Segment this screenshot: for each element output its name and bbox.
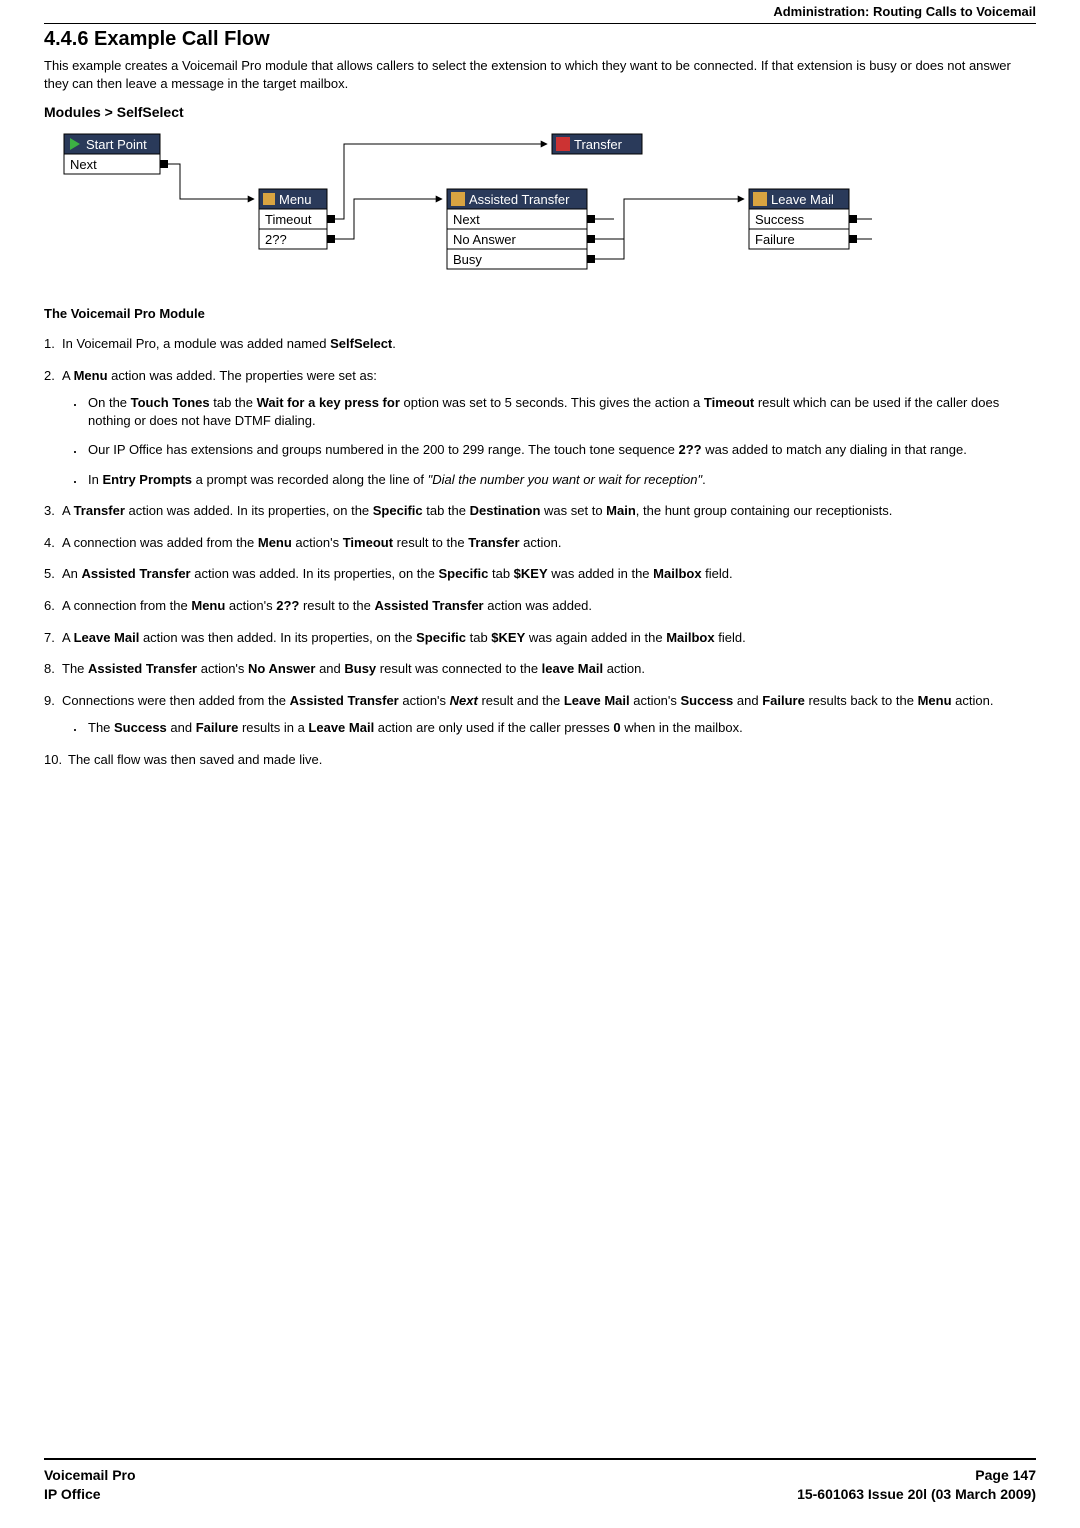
- page-title: 4.4.6 Example Call Flow: [44, 28, 1036, 51]
- at-next: Next: [453, 212, 480, 227]
- assisted-transfer-label: Assisted Transfer: [469, 192, 570, 207]
- lm-failure: Failure: [755, 232, 795, 247]
- step-9a: The Success and Failure results in a Lea…: [72, 719, 1036, 737]
- assisted-transfer-node: Assisted Transfer Next No Answer Busy: [447, 189, 595, 269]
- step-4: A connection was added from the Menu act…: [44, 534, 1036, 552]
- step-8: The Assisted Transfer action's No Answer…: [44, 660, 1036, 678]
- diagram-breadcrumb: Modules > SelfSelect: [44, 104, 1036, 120]
- menu-pattern: 2??: [265, 232, 287, 247]
- footer-right-2: 15-601063 Issue 20l (03 March 2009): [797, 1485, 1036, 1504]
- intro-text: This example creates a Voicemail Pro mod…: [44, 57, 1036, 92]
- step-9: Connections were then added from the Ass…: [44, 692, 1036, 737]
- steps-list: In Voicemail Pro, a module was added nam…: [44, 335, 1036, 768]
- step-3: A Transfer action was added. In its prop…: [44, 502, 1036, 520]
- leave-mail-label: Leave Mail: [771, 192, 834, 207]
- step-1: In Voicemail Pro, a module was added nam…: [44, 335, 1036, 353]
- step-2b: Our IP Office has extensions and groups …: [72, 441, 1036, 459]
- menu-timeout: Timeout: [265, 212, 312, 227]
- start-point-label: Start Point: [86, 137, 147, 152]
- menu-label: Menu: [279, 192, 312, 207]
- step-2: A Menu action was added. The properties …: [44, 367, 1036, 489]
- at-busy: Busy: [453, 252, 482, 267]
- footer-left-2: IP Office: [44, 1485, 136, 1504]
- lm-success: Success: [755, 212, 805, 227]
- step-5: An Assisted Transfer action was added. I…: [44, 565, 1036, 583]
- flow-diagram: Modules > SelfSelect Start Point Next: [44, 104, 1036, 284]
- footer-left-1: Voicemail Pro: [44, 1466, 136, 1485]
- footer-divider: [44, 1458, 1036, 1460]
- start-point-node: Start Point Next: [64, 134, 168, 174]
- menu-node: Menu Timeout 2??: [259, 189, 335, 249]
- breadcrumb-header: Administration: Routing Calls to Voicema…: [0, 0, 1080, 23]
- footer: Voicemail Pro IP Office Page 147 15-6010…: [44, 1458, 1036, 1504]
- transfer-node: Transfer: [552, 134, 642, 154]
- step-2c: In Entry Prompts a prompt was recorded a…: [72, 471, 1036, 489]
- step-7: A Leave Mail action was then added. In i…: [44, 629, 1036, 647]
- step-6: A connection from the Menu action's 2?? …: [44, 597, 1036, 615]
- leave-mail-node: Leave Mail Success Failure: [749, 189, 857, 249]
- transfer-label: Transfer: [574, 137, 623, 152]
- section-title: The Voicemail Pro Module: [44, 306, 1036, 321]
- flow-svg: Start Point Next Menu Timeout 2??: [44, 124, 974, 284]
- step-10: The call flow was then saved and made li…: [44, 751, 1036, 769]
- at-no-answer: No Answer: [453, 232, 517, 247]
- step-2a: On the Touch Tones tab the Wait for a ke…: [72, 394, 1036, 429]
- footer-right-1: Page 147: [797, 1466, 1036, 1485]
- start-point-next: Next: [70, 157, 97, 172]
- header-divider: [44, 23, 1036, 24]
